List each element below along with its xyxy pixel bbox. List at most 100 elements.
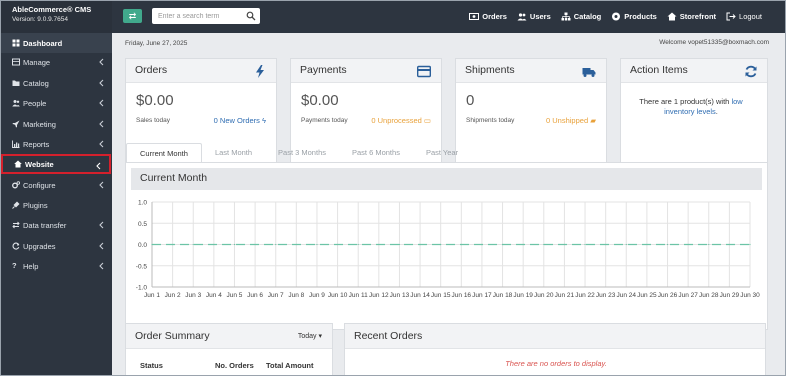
x-tick-label: Jun 8 <box>288 292 304 299</box>
nav-storefront-label: Storefront <box>679 12 717 21</box>
chevron-left-icon <box>99 181 104 189</box>
dashboard-icon <box>12 39 20 47</box>
sidebar-item-label: Configure <box>23 180 56 190</box>
refresh-icon[interactable] <box>744 65 758 78</box>
nav-storefront[interactable]: Storefront <box>667 12 716 21</box>
period-tabs: Current Month Last Month Past 3 Months P… <box>126 143 471 163</box>
sitemap-icon <box>561 12 571 21</box>
money-icon <box>469 13 480 20</box>
y-tick-label: -0.5 <box>136 263 148 270</box>
nav-products[interactable]: Products <box>611 12 657 21</box>
data-point <box>708 243 710 246</box>
unshipped-link[interactable]: 0 Unshipped ▰ <box>546 116 596 125</box>
search-icon[interactable] <box>246 11 256 21</box>
data-point <box>687 243 689 246</box>
tab-past-year[interactable]: Past Year <box>413 143 471 163</box>
product-icon <box>612 12 621 21</box>
payments-card-title: Payments <box>300 64 347 76</box>
x-tick-label: Jun 19 <box>513 292 533 299</box>
chart-panel: Current Month 1.0 0.5 0.0 -0.5 -1.0 Jun 1 Jun … <box>125 162 768 330</box>
payments-value: $0.00 <box>301 92 339 109</box>
gears-icon <box>12 181 20 189</box>
top-nav: Orders Users Catalog Products Storefront… <box>469 0 786 33</box>
sidebar-item-catalog[interactable]: Catalog <box>0 73 112 93</box>
data-point <box>728 243 730 246</box>
y-tick-label: -1.0 <box>136 285 148 292</box>
data-point <box>254 243 256 246</box>
order-summary-title: Order Summary <box>135 330 210 342</box>
nav-users[interactable]: Users <box>517 12 551 21</box>
sidebar-toggle-button[interactable]: ⇄ <box>123 9 142 23</box>
data-point <box>460 243 462 246</box>
action-items-suffix: . <box>715 107 718 116</box>
column-status: Status <box>140 361 163 370</box>
x-tick-label: Jun 20 <box>534 292 554 299</box>
recent-orders-title: Recent Orders <box>345 324 765 349</box>
range-dropdown-label: Today <box>297 333 317 340</box>
action-items-prefix: There are 1 product(s) with <box>639 97 730 106</box>
new-orders-link[interactable]: 0 New Orders ϟ <box>214 116 266 125</box>
chevron-left-icon <box>99 140 104 148</box>
main-content: Friday, June 27, 2025 Welcome vopet51335… <box>112 33 786 376</box>
data-point <box>336 243 339 246</box>
x-tick-label: Jun 16 <box>452 292 472 299</box>
sidebar-item-label: Data transfer <box>23 220 67 230</box>
lightning-icon: ϟ <box>262 116 266 125</box>
x-tick-label: Jun 25 <box>637 292 657 299</box>
shipments-card: Shipments 0 Shipments today 0 Unshipped … <box>455 58 607 166</box>
data-point <box>625 243 627 246</box>
nav-orders[interactable]: Orders <box>469 12 507 21</box>
search-input[interactable] <box>152 8 244 24</box>
x-tick-label: Jun 9 <box>309 292 325 299</box>
x-tick-label: Jun 3 <box>185 292 201 299</box>
brand[interactable]: AbleCommerce® CMS Version: 9.0.9.7654 <box>0 0 112 33</box>
data-point <box>749 243 751 246</box>
refresh-icon <box>12 242 20 250</box>
data-point <box>563 243 566 246</box>
y-tick-label: 0.0 <box>138 242 147 249</box>
range-dropdown[interactable]: Today ▾ <box>298 332 322 340</box>
tab-past-6-months[interactable]: Past 6 Months <box>339 143 413 163</box>
data-point <box>172 243 174 246</box>
tab-last-month[interactable]: Last Month <box>202 143 265 163</box>
tab-current-month[interactable]: Current Month <box>126 143 202 163</box>
sidebar-item-label: Dashboard <box>23 38 63 48</box>
sidebar-item-people[interactable]: People <box>0 93 112 113</box>
x-tick-label: Jun 23 <box>596 292 616 299</box>
shipments-card-header: Shipments <box>456 59 606 83</box>
data-point <box>584 243 586 246</box>
nav-products-label: Products <box>624 12 657 21</box>
sidebar-item-configure[interactable]: Configure <box>0 175 112 195</box>
sidebar-item-help[interactable]: ? Help <box>0 256 112 276</box>
data-point <box>316 243 318 246</box>
credit-card-icon <box>416 65 432 78</box>
payments-card-header: Payments <box>291 59 441 83</box>
sidebar-item-data-transfer[interactable]: Data transfer <box>0 215 112 235</box>
sidebar-item-plugins[interactable]: Plugins <box>0 195 112 215</box>
order-summary-header: Order Summary Today ▾ <box>126 324 332 349</box>
x-tick-label: Jun 17 <box>472 292 492 299</box>
unprocessed-link[interactable]: 0 Unprocessed ▭ <box>371 116 431 125</box>
data-point <box>192 243 194 246</box>
x-tick-label: Jun 5 <box>227 292 243 299</box>
sidebar-item-reports[interactable]: Reports <box>0 134 112 154</box>
sidebar-item-marketing[interactable]: Marketing <box>0 114 112 134</box>
data-point <box>398 243 401 246</box>
x-tick-label: Jun 15 <box>431 292 451 299</box>
sidebar-item-website[interactable]: Website <box>1 154 111 174</box>
chart-title: Current Month <box>131 168 762 190</box>
sidebar-item-upgrades[interactable]: Upgrades <box>0 236 112 256</box>
data-point <box>481 243 483 246</box>
nav-catalog[interactable]: Catalog <box>561 12 601 21</box>
folder-icon <box>12 80 20 86</box>
x-tick-label: Jun 26 <box>658 292 678 299</box>
chevron-left-icon <box>99 262 104 270</box>
sidebar-item-manage[interactable]: Manage <box>0 52 112 72</box>
chevron-left-icon <box>99 242 104 250</box>
sidebar-item-dashboard[interactable]: Dashboard <box>0 33 112 53</box>
x-tick-label: Jun 18 <box>493 292 513 299</box>
nav-logout[interactable]: Logout <box>726 12 762 21</box>
tab-past-3-months[interactable]: Past 3 Months <box>265 143 339 163</box>
x-tick-label: Jun 22 <box>575 292 595 299</box>
nav-users-label: Users <box>529 12 551 21</box>
